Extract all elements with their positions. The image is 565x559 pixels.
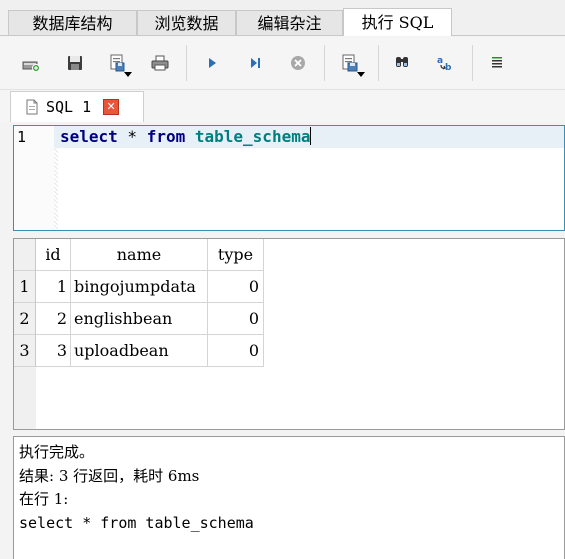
sql-toolbar: a b	[0, 37, 565, 89]
tab-sql-1[interactable]: SQL 1 ✕	[10, 91, 144, 122]
sql-operator: *	[117, 127, 147, 146]
chevron-down-icon	[357, 72, 365, 77]
table-cell[interactable]: uploadbean	[71, 335, 208, 367]
table-cell[interactable]: 1	[36, 271, 71, 303]
status-message: 执行完成。	[19, 443, 95, 461]
row-header[interactable]: 2	[14, 303, 36, 335]
execute-line-icon	[251, 58, 260, 68]
stop-icon	[291, 56, 305, 70]
editor-tab-strip: SQL 1 ✕	[0, 89, 565, 122]
line-number: 1	[17, 128, 27, 146]
column-header-name[interactable]: name	[71, 239, 208, 271]
svg-text:a: a	[437, 56, 443, 66]
print-button[interactable]	[147, 50, 173, 76]
table-cell[interactable]: 2	[36, 303, 71, 335]
executed-statement: select * from table_schema	[19, 513, 254, 532]
save-results-icon	[110, 54, 125, 72]
sql-code-line[interactable]: select * from table_schema	[60, 127, 312, 147]
column-header-type[interactable]: type	[208, 239, 264, 271]
sql-space	[185, 127, 195, 146]
table-cell[interactable]: 0	[208, 335, 264, 367]
tab-bar-divider	[0, 35, 565, 36]
line-number-gutter: 1	[14, 126, 55, 230]
table-cell[interactable]: englishbean	[71, 303, 208, 335]
sql-keyword: from	[146, 127, 186, 146]
sql-keyword: select	[60, 127, 118, 146]
toolbar-divider	[186, 45, 187, 81]
comment-icon	[492, 57, 502, 68]
print-icon	[151, 55, 169, 71]
corner-header[interactable]	[14, 239, 36, 271]
document-icon	[26, 99, 38, 115]
find-icon	[396, 57, 408, 67]
execute-all-icon	[209, 58, 216, 68]
fold-margin	[54, 148, 58, 230]
find-replace-button[interactable]: a b	[432, 50, 458, 76]
tab-database-structure[interactable]: 数据库结构	[8, 10, 137, 35]
tab-label: SQL 1	[46, 98, 92, 116]
find-replace-icon: a b	[437, 56, 452, 73]
stop-button[interactable]	[285, 50, 311, 76]
table-cell[interactable]: 0	[208, 303, 264, 335]
chevron-down-icon	[124, 72, 132, 77]
close-icon[interactable]: ✕	[103, 99, 120, 115]
result-grid[interactable]: id name type 1 1 bingojumpdata 0 2 2 eng…	[13, 238, 565, 430]
toolbar-divider	[472, 45, 473, 81]
save-icon	[68, 56, 82, 70]
result-summary: 结果: 3 行返回，耗时 6ms	[19, 466, 200, 485]
table-cell[interactable]: 3	[36, 335, 71, 367]
tab-edit-pragmas[interactable]: 编辑杂注	[236, 10, 343, 35]
column-header-id[interactable]: id	[36, 239, 71, 271]
svg-text:b: b	[445, 63, 452, 73]
tab-execute-sql[interactable]: 执行 SQL	[343, 8, 452, 36]
tab-browse-data[interactable]: 浏览数据	[137, 10, 236, 35]
execute-all-button[interactable]	[199, 50, 225, 76]
execute-line-button[interactable]	[242, 50, 268, 76]
line-info: 在行 1:	[19, 490, 69, 508]
sql-editor[interactable]: 1 select * from table_schema	[13, 125, 565, 231]
open-tab-button[interactable]	[18, 50, 44, 76]
toolbar-divider	[324, 45, 325, 81]
sql-table-name: table_schema	[194, 127, 311, 146]
row-header[interactable]: 1	[14, 271, 36, 303]
row-header[interactable]: 3	[14, 335, 36, 367]
message-pane[interactable]: 执行完成。 结果: 3 行返回，耗时 6ms 在行 1: select * fr…	[13, 436, 565, 559]
open-tab-icon	[22, 61, 40, 72]
save-button[interactable]	[62, 50, 88, 76]
toolbar-divider	[378, 45, 379, 81]
comment-button[interactable]	[484, 50, 510, 76]
save-sql-button[interactable]	[337, 50, 365, 77]
text-caret	[310, 127, 312, 145]
table-cell[interactable]: bingojumpdata	[71, 271, 208, 303]
find-button[interactable]	[389, 50, 415, 76]
save-sql-icon	[342, 54, 358, 72]
save-results-button[interactable]	[104, 50, 132, 77]
main-tab-bar: 数据库结构 浏览数据 编辑杂注 执行 SQL	[0, 0, 565, 36]
table-cell[interactable]: 0	[208, 271, 264, 303]
